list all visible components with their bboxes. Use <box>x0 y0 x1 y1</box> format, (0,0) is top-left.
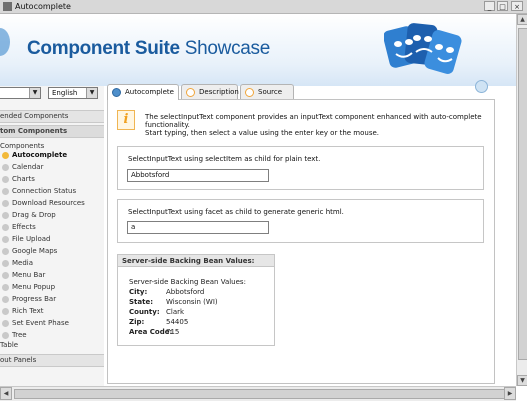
city-autocomplete-input[interactable]: Abbotsford <box>127 169 269 182</box>
sidebar-item[interactable]: Effects <box>0 221 100 233</box>
sidebar-item[interactable]: Autocomplete <box>0 149 100 161</box>
sidebar-item-label: Menu Bar <box>12 271 46 279</box>
scroll-right-icon[interactable]: ▶ <box>504 387 516 400</box>
accordion-extended-components[interactable]: ended Components <box>0 110 104 123</box>
sidebar-item-label: Rich Text <box>12 307 44 315</box>
sidebar-item[interactable]: Google Maps <box>0 245 100 257</box>
theater-masks-logo-icon <box>384 23 462 74</box>
sidebar-item-label: File Upload <box>12 235 51 243</box>
tab-source[interactable]: Source <box>240 84 294 99</box>
bullet-icon <box>2 332 9 339</box>
sidebar-item-label: Progress Bar <box>12 295 57 303</box>
chevron-down-icon[interactable]: ▼ <box>86 88 97 98</box>
example-facet-label: SelectInputText using facet as child to … <box>128 208 344 216</box>
bullet-icon <box>2 164 9 171</box>
sidebar-item[interactable]: Media <box>0 257 100 269</box>
app-icon <box>3 2 12 11</box>
bean-key: City: <box>129 288 148 296</box>
bean-key: Zip: <box>129 318 145 326</box>
bullet-icon <box>2 248 9 255</box>
usage-instructions: Start typing, then select a value using … <box>145 129 380 137</box>
facet-autocomplete-input[interactable]: a <box>127 221 269 234</box>
window-title: Autocomplete <box>15 2 71 11</box>
vertical-scroll-thumb[interactable] <box>518 28 527 360</box>
example-selectitem-box <box>117 146 484 190</box>
bullet-icon <box>2 224 9 231</box>
bullet-icon <box>2 308 9 315</box>
bullet-icon <box>2 188 9 195</box>
accordion-layout-panels[interactable]: out Panels <box>0 354 104 367</box>
filter-select[interactable]: ▼ <box>0 87 41 99</box>
info-icon <box>186 88 195 97</box>
sidebar-item[interactable]: Download Resources <box>0 197 100 209</box>
bean-key: County: <box>129 308 160 316</box>
bullet-icon <box>2 284 9 291</box>
sidebar-item-label: Calendar <box>12 163 44 171</box>
sidebar-item[interactable]: Rich Text <box>0 305 100 317</box>
bullet-icon <box>2 236 9 243</box>
bean-value: 715 <box>166 328 180 336</box>
sidebar-item[interactable]: Progress Bar <box>0 293 100 305</box>
bullet-icon <box>2 176 9 183</box>
sidebar-item[interactable]: Menu Bar <box>0 269 100 281</box>
bullet-icon <box>2 260 9 267</box>
sidebar-item-label: Connection Status <box>12 187 77 195</box>
language-select[interactable]: English ▼ <box>48 87 98 99</box>
scroll-up-icon[interactable]: ▲ <box>517 14 527 25</box>
component-description: The selectInputText component provides a… <box>145 113 482 129</box>
info-icon: i <box>117 110 135 130</box>
maximize-button[interactable]: □ <box>497 1 508 11</box>
bullet-icon <box>2 152 9 159</box>
sidebar-item[interactable]: File Upload <box>0 233 100 245</box>
sidebar-item[interactable]: Calendar <box>0 161 100 173</box>
horizontal-scrollbar[interactable]: ◀ ▶ <box>0 386 516 401</box>
bullet-icon <box>2 212 9 219</box>
sidebar-item-label: Effects <box>12 223 36 231</box>
bullet-icon <box>2 296 9 303</box>
close-button[interactable]: × <box>511 1 523 11</box>
vertical-scrollbar[interactable]: ▲ ▼ <box>516 14 527 386</box>
sidebar-item-label: Media <box>12 259 34 267</box>
bullet-icon <box>2 320 9 327</box>
help-icon[interactable] <box>475 80 488 93</box>
example-selectitem-label: SelectInputText using selectItem as chil… <box>128 155 321 163</box>
bean-value: Wisconsin (WI) <box>166 298 218 306</box>
backing-bean-title: Server-side Backing Bean Values: <box>118 255 274 267</box>
bean-key: State: <box>129 298 154 306</box>
minimize-button[interactable]: _ <box>484 1 495 11</box>
sidebar-item-label: Download Resources <box>12 199 85 207</box>
bullet-icon <box>2 272 9 279</box>
sidebar-item[interactable]: Drag & Drop <box>0 209 100 221</box>
sidebar-item[interactable]: Set Event Phase <box>0 317 100 329</box>
sidebar-item[interactable]: Charts <box>0 173 100 185</box>
window-titlebar <box>0 0 527 14</box>
table-tree-node[interactable]: Table <box>0 341 18 349</box>
sidebar-item-label: Menu Popup <box>12 283 56 291</box>
bean-value: Clark <box>166 308 185 316</box>
sidebar-item-label: Tree <box>12 331 27 339</box>
sidebar-item[interactable]: Connection Status <box>0 185 100 197</box>
sidebar-item-label: Autocomplete <box>12 151 68 159</box>
sidebar-item-label: Charts <box>12 175 35 183</box>
bullet-icon <box>2 200 9 207</box>
bean-value: 54405 <box>166 318 189 326</box>
sidebar-item-label: Google Maps <box>12 247 58 255</box>
globe-icon <box>112 88 121 97</box>
tab-description[interactable]: Description <box>181 84 239 99</box>
tab-autocomplete[interactable]: Autocomplete <box>107 84 179 100</box>
sidebar-item[interactable]: Tree <box>0 329 100 341</box>
horizontal-scroll-thumb[interactable] <box>14 389 506 399</box>
backing-bean-subtitle: Server-side Backing Bean Values: <box>129 278 246 286</box>
sidebar-item-label: Drag & Drop <box>12 211 56 219</box>
bean-value: Abbotsford <box>166 288 205 296</box>
scroll-down-icon[interactable]: ▼ <box>517 375 527 386</box>
accordion-custom-components[interactable]: tom Components <box>0 125 104 138</box>
sidebar-item-label: Set Event Phase <box>12 319 69 327</box>
chevron-down-icon[interactable]: ▼ <box>29 88 40 98</box>
brand-title: Component Suite Showcase <box>27 38 271 59</box>
info-icon <box>245 88 254 97</box>
sidebar-item[interactable]: Menu Popup <box>0 281 100 293</box>
scroll-left-icon[interactable]: ◀ <box>0 387 12 400</box>
